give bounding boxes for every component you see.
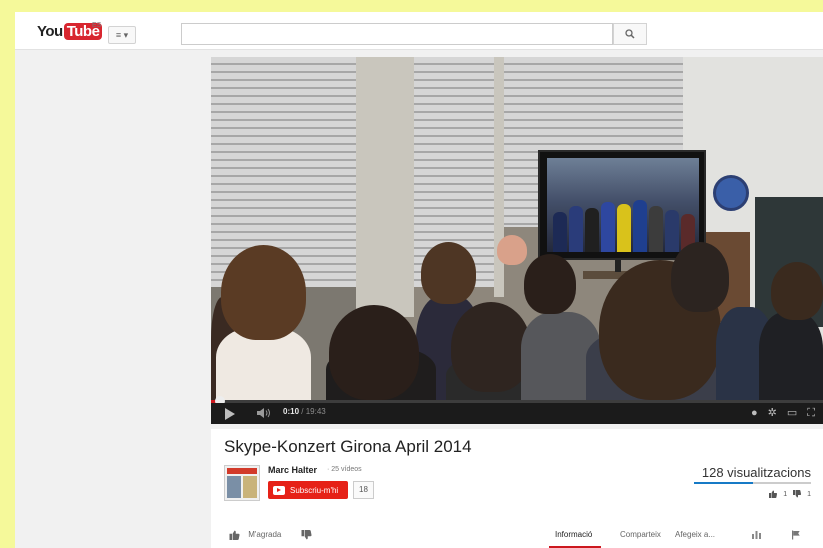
youtube-page: You Tube ES ≡ ▾ 0:10 / 19:43 ● ✲ ▭ ⛶ Sky… [15,12,823,548]
channel-avatar[interactable] [224,465,260,501]
play-icon[interactable] [225,408,235,420]
subscribe-label: Subscriu-m'hi [290,485,339,495]
video-title: Skype-Konzert Girona April 2014 [224,437,472,456]
video-scene-person [421,242,476,304]
tv-kid [585,208,599,252]
tab-add-to[interactable]: Afegeix a... [675,530,715,539]
search-icon [625,29,635,39]
current-time: 0:10 [283,407,300,416]
video-player[interactable]: 0:10 / 19:43 ● ✲ ▭ ⛶ [211,57,823,424]
view-count: 128 visualitzacions [701,465,811,480]
stats-button[interactable] [751,530,762,541]
masthead: You Tube ES ≡ ▾ [15,12,823,50]
search-input[interactable] [181,23,613,45]
video-frame[interactable] [211,57,823,403]
action-bar: M'agrada Informació Comparteix Afegeix a… [211,515,823,548]
like-button[interactable]: M'agrada [229,530,281,540]
video-scene-person [771,262,823,320]
avatar-part [227,468,257,474]
fullscreen-icon[interactable]: ⛶ [807,406,815,420]
video-scene-person [497,235,527,265]
search-button[interactable] [613,23,647,45]
video-scene-tv [538,150,706,260]
player-right-controls: ● ✲ ▭ ⛶ [751,406,815,420]
player-controls: 0:10 / 19:43 ● ✲ ▭ ⛶ [211,403,823,424]
flag-icon [792,530,800,540]
likes-summary: 1 1 [769,490,811,498]
video-scene-tv-stand [615,260,621,272]
annotations-icon[interactable]: ● [751,406,758,420]
tv-kid [553,212,567,252]
tv-kid [633,200,647,252]
tv-kid [617,204,631,252]
time-display: 0:10 / 19:43 [283,407,326,416]
like-ratio-fill [694,482,753,484]
tv-kid [601,202,615,252]
video-scene-tv-screen [547,158,699,252]
thumbs-up-icon [769,490,778,498]
theater-mode-icon[interactable]: ▭ [787,406,797,420]
dislike-button[interactable] [301,530,312,540]
total-time: / 19:43 [301,407,326,416]
video-scene-clock [713,175,749,211]
like-label: M'agrada [248,530,282,540]
volume-icon[interactable] [256,407,274,419]
thumbs-down-icon [793,490,802,498]
tv-kid [665,210,679,252]
logo-text-you: You [37,23,63,40]
video-info-panel: Skype-Konzert Girona April 2014 Marc Hal… [211,429,823,548]
thumbs-up-icon [229,530,240,540]
video-scene-person [759,312,823,403]
youtube-play-icon [273,485,285,495]
video-scene-window-frame [356,57,414,317]
logo-region: ES [92,22,102,29]
like-count: 1 [783,490,788,498]
avatar-part [243,476,257,498]
thumbs-down-icon [301,530,312,540]
tab-share[interactable]: Comparteix [620,530,661,539]
tv-kid [569,206,583,252]
dislike-count: 1 [807,490,811,498]
stats-icon [752,531,761,539]
guide-menu-button[interactable]: ≡ ▾ [108,26,136,44]
report-button[interactable] [791,530,801,542]
subscribe-button[interactable]: Subscriu-m'hi [268,481,348,499]
video-scene-person [671,242,729,312]
avatar-part [227,476,241,498]
video-scene-person [451,302,531,392]
tv-kid [649,206,663,252]
subscriber-count: 18 [353,481,374,499]
gear-icon[interactable]: ✲ [768,406,777,420]
video-scene-person [221,245,306,340]
tab-information[interactable]: Informació [555,530,592,539]
like-ratio-bar [694,482,811,484]
channel-video-count[interactable]: · 25 vídeos [327,466,362,473]
video-scene-person [329,305,419,400]
channel-name-link[interactable]: Marc Halter [268,465,317,475]
video-scene-person [524,254,576,314]
